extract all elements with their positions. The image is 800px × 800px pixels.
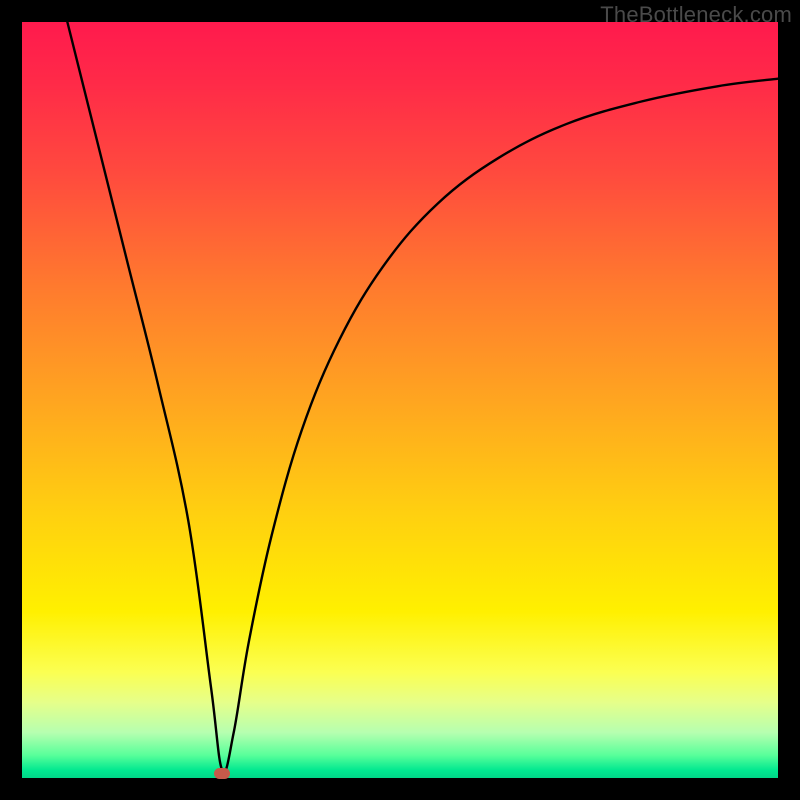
chart-frame: TheBottleneck.com bbox=[0, 0, 800, 800]
plot-area bbox=[22, 22, 778, 778]
bottleneck-curve bbox=[22, 22, 778, 778]
min-marker-icon bbox=[214, 768, 230, 779]
watermark-text: TheBottleneck.com bbox=[600, 2, 792, 28]
